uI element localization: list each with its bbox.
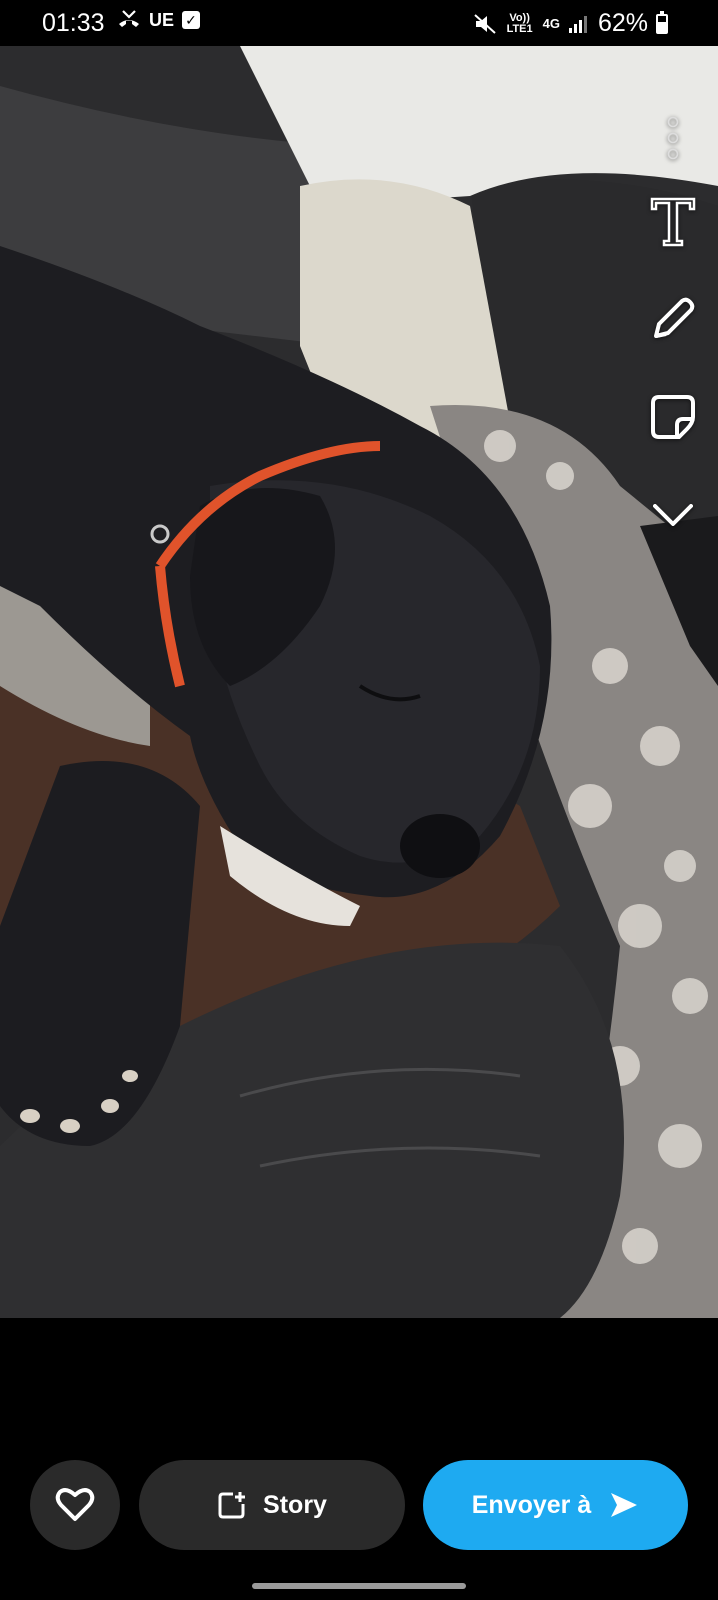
status-carrier-tag: UE (149, 9, 175, 30)
network-label: 4G (542, 16, 560, 31)
checkbox-notification-icon: ✓ (182, 11, 201, 29)
volte-label: Vo)) LTE1 (506, 11, 533, 35)
status-time: 01:33 (42, 9, 105, 37)
sticker-tool-button[interactable] (644, 388, 702, 446)
send-to-button[interactable]: Envoyer à (423, 1460, 688, 1550)
more-options-icon (667, 116, 679, 160)
heart-icon (55, 1488, 95, 1521)
status-left-icons: UE ✓ (117, 9, 201, 31)
pencil-tool-icon (654, 297, 695, 338)
favorite-button[interactable] (30, 1460, 120, 1550)
snap-photo[interactable] (0, 46, 718, 1318)
send-to-label: Envoyer à (471, 1490, 592, 1519)
battery-icon (656, 10, 668, 34)
story-label: Story (263, 1490, 327, 1519)
text-tool-icon (650, 197, 696, 247)
signal-icon (568, 15, 587, 33)
story-button[interactable]: Story (139, 1460, 405, 1550)
dog-photo-illustration (0, 46, 718, 1318)
mute-icon (473, 13, 496, 34)
battery-percent: 62% (597, 9, 648, 37)
expand-tools-icon (653, 504, 693, 526)
status-right-icons: Vo)) LTE1 4G 62% (473, 9, 668, 38)
more-options-button[interactable] (644, 116, 702, 160)
status-bar: 01:33 UE ✓ Vo)) LTE1 4G 62% (0, 0, 718, 46)
pencil-tool-button[interactable] (644, 290, 702, 348)
bottom-action-bar (0, 1318, 718, 1600)
expand-tools-button[interactable] (644, 486, 702, 544)
home-indicator[interactable] (252, 1583, 466, 1589)
missed-call-icon (119, 10, 139, 27)
text-tool-button[interactable] (644, 192, 702, 250)
edit-tools (644, 116, 702, 584)
sticker-tool-icon (651, 395, 695, 439)
send-arrow-icon (611, 1493, 638, 1517)
add-story-icon (218, 1492, 246, 1519)
